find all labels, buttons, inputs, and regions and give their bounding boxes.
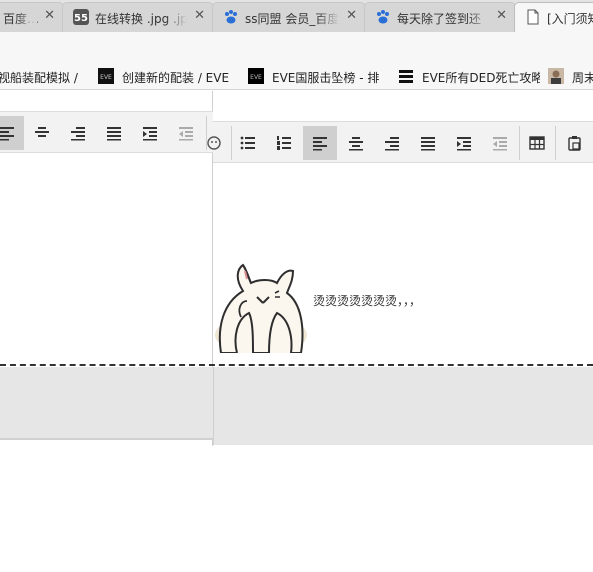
indent-icon: [457, 137, 471, 151]
align-right-button[interactable]: [61, 116, 95, 150]
close-icon[interactable]: ✕: [194, 8, 205, 23]
numbered-list-icon: [277, 136, 291, 150]
document-icon: [525, 9, 541, 25]
bulleted-list-icon: [240, 136, 255, 150]
bookmark-ded-guide[interactable]: EVE所有DED死亡攻略: [398, 68, 540, 86]
eve-logo-icon: EVE: [98, 68, 114, 84]
justify-button[interactable]: [97, 116, 131, 150]
align-left-button[interactable]: [303, 126, 337, 160]
portrait-icon: [548, 68, 564, 84]
bookmark-create-fitting[interactable]: EVE 创建新的配装 / EVE: [98, 68, 244, 86]
tab-label: [入门须知: [547, 12, 593, 26]
tab-intro-notes[interactable]: [入门须知: [514, 2, 593, 32]
align-center-icon: [35, 127, 49, 137]
align-left-icon: [313, 137, 327, 151]
table-icon: [529, 136, 545, 150]
bookmark-weekend[interactable]: 周末: [548, 68, 593, 86]
align-right-icon: [71, 127, 85, 141]
justify-button[interactable]: [411, 126, 445, 160]
eve-dark-icon: EVE: [248, 68, 264, 84]
indent-button[interactable]: [447, 126, 481, 160]
clipboard-icon: [568, 136, 581, 151]
align-right-button[interactable]: [375, 126, 409, 160]
indent-icon: [143, 127, 157, 141]
paw-icon: [375, 9, 391, 25]
bookmark-label: 创建新的配装 / EVE: [122, 71, 230, 85]
browser-window: 百度… ✕ 55 在线转换 .jpg .jp ✕ ss同盟 会员_百度 ✕ 每天…: [0, 0, 593, 572]
bookmark-eve-killboard[interactable]: EVE EVE国服击坠榜 - 排: [248, 68, 388, 86]
tab-daily-checkin[interactable]: 每天除了签到还 ✕: [364, 2, 516, 32]
outdent-icon: [179, 127, 193, 141]
left-lower-panel-border: [0, 438, 213, 440]
alpaca-sticker-image: [213, 257, 309, 355]
close-icon[interactable]: ✕: [496, 8, 507, 23]
paw-icon: [223, 9, 239, 25]
message-text: 烫烫烫烫烫烫烫，，，: [313, 294, 422, 308]
menu-lines-icon: [398, 68, 414, 84]
numbered-list-button[interactable]: [267, 126, 301, 160]
outdent-icon: [493, 137, 507, 151]
emoticon-button[interactable]: [197, 126, 231, 160]
left-editor-toolbar: [0, 111, 213, 153]
tab-strip: 百度… ✕ 55 在线转换 .jpg .jp ✕ ss同盟 会员_百度 ✕ 每天…: [0, 0, 593, 32]
left-lower-panel: [0, 367, 213, 438]
address-bar-area[interactable]: [0, 32, 593, 62]
align-right-icon: [385, 137, 399, 151]
55-logo-icon: 55: [73, 9, 89, 25]
svg-text:EVE: EVE: [100, 74, 112, 81]
bookmark-ship-fitting[interactable]: 视船装配模拟 /: [0, 68, 90, 86]
tab-baidu-1[interactable]: 百度… ✕: [0, 2, 64, 32]
align-left-button[interactable]: [0, 116, 24, 150]
tab-ss-alliance[interactable]: ss同盟 会员_百度 ✕: [212, 2, 366, 32]
right-lower-panel: [214, 367, 593, 445]
close-icon[interactable]: ✕: [346, 8, 357, 23]
editor-content[interactable]: 烫烫烫烫烫烫烫，，，: [213, 164, 593, 364]
justify-icon: [421, 137, 435, 151]
toolbar-separator: [555, 126, 556, 160]
dashed-divider: [0, 364, 593, 366]
svg-text:55: 55: [74, 13, 88, 24]
align-center-button[interactable]: [25, 116, 59, 150]
align-left-icon: [0, 127, 14, 141]
bookmark-label: 视船装配模拟 /: [0, 71, 78, 85]
tab-online-convert[interactable]: 55 在线转换 .jpg .jp ✕: [62, 2, 214, 32]
outdent-button[interactable]: [483, 126, 517, 160]
paste-button[interactable]: [558, 126, 592, 160]
justify-icon: [107, 127, 121, 141]
align-center-button[interactable]: [339, 126, 373, 160]
svg-text:EVE: EVE: [250, 74, 262, 81]
insert-table-button[interactable]: [520, 126, 554, 160]
bookmarks-bar: 视船装配模拟 / EVE 创建新的配装 / EVE EVE EVE国服击坠榜 -…: [0, 62, 593, 90]
align-center-icon: [349, 137, 363, 151]
emoticon-icon: [207, 136, 221, 150]
close-icon[interactable]: ✕: [44, 8, 55, 23]
bookmark-label: EVE国服击坠榜 - 排: [272, 71, 380, 85]
bookmark-label: 周末: [572, 71, 593, 85]
right-editor-toolbar: [207, 121, 593, 163]
indent-button[interactable]: [133, 116, 167, 150]
bookmark-label: EVE所有DED死亡攻略: [422, 71, 540, 85]
bulleted-list-button[interactable]: [231, 126, 265, 160]
